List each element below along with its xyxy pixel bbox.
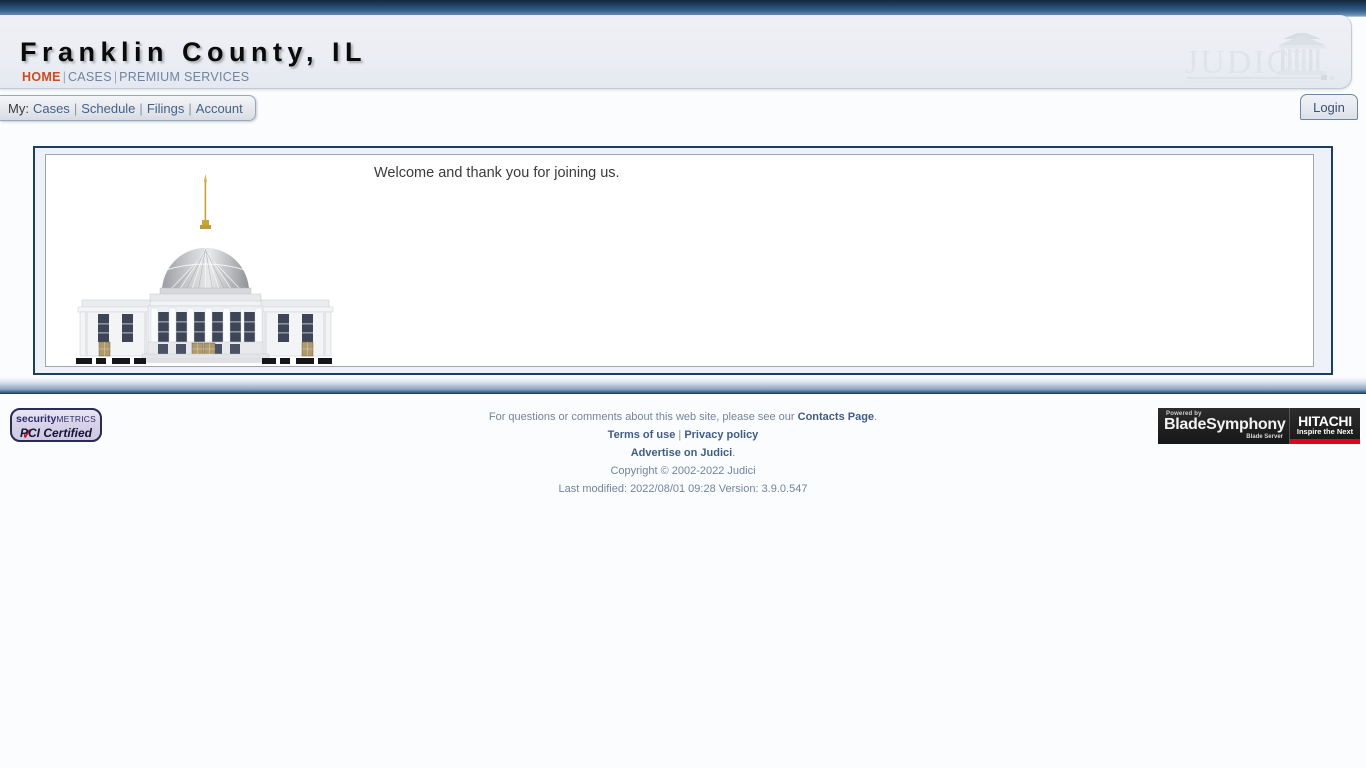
judici-logo[interactable]: JUDICI	[1175, 33, 1343, 95]
my-menu-separator: |	[73, 100, 78, 116]
welcome-message: Welcome and thank you for joining us.	[374, 165, 620, 181]
terms-of-use-link[interactable]: Terms of use	[608, 429, 676, 441]
blade-server-label: Blade Server	[1246, 434, 1283, 440]
primary-navigation: HOME | CASES | PREMIUM SERVICES	[22, 70, 249, 84]
my-menu-item-schedule[interactable]: Schedule	[81, 101, 135, 116]
content-outer-frame: Welcome and thank you for joining us.	[33, 146, 1333, 375]
my-menu-tab: My: Cases | Schedule | Filings | Account	[0, 95, 256, 121]
nav-item-home[interactable]: HOME	[22, 70, 61, 84]
pci-brand-metrics: METRICS	[56, 414, 96, 424]
pci-brand: securityMETRICS	[12, 413, 100, 425]
footer-advertise-suffix: .	[732, 447, 736, 459]
bladesymphony-section: Powered by BladeSymphony Blade Server	[1158, 408, 1290, 444]
login-button[interactable]: Login	[1300, 94, 1358, 120]
footer-advertise-line: Advertise on Judici.	[0, 444, 1366, 462]
pci-certified-label: PCI Certified	[19, 426, 92, 440]
pci-brand-security: security	[16, 413, 57, 425]
svg-text:JUDICI: JUDICI	[1185, 44, 1305, 81]
my-menu-item-cases[interactable]: Cases	[33, 101, 70, 116]
version-text: Last modified: 2022/08/01 09:28 Version:…	[558, 483, 808, 495]
hitachi-section: HITACHI Inspire the Next	[1290, 408, 1360, 444]
bladesymphony-name: BladeSymphony	[1164, 416, 1286, 433]
hitachi-tagline: Inspire the Next	[1296, 427, 1354, 436]
hitachi-red-bar	[1290, 439, 1360, 444]
content-panel: Welcome and thank you for joining us.	[45, 154, 1314, 367]
my-menu-item-filings[interactable]: Filings	[147, 101, 185, 116]
courthouse-illustration	[76, 174, 334, 364]
advertise-link[interactable]: Advertise on Judici	[631, 447, 732, 459]
my-menu-prefix: My:	[8, 100, 29, 116]
my-menu-separator: |	[188, 100, 192, 116]
nav-separator: |	[62, 70, 66, 84]
nav-item-premium-services[interactable]: PREMIUM SERVICES	[119, 70, 249, 84]
footer-questions-prefix: For questions or comments about this web…	[488, 411, 798, 423]
my-menu-item-account[interactable]: Account	[196, 101, 243, 116]
copyright-text: Copyright © 2002-2022 Judici	[610, 465, 756, 477]
page-title: Franklin County, IL	[20, 37, 367, 67]
my-menu-separator: |	[139, 100, 143, 116]
securitymetrics-pci-badge[interactable]: securityMETRICS ✓ PCI Certified	[10, 408, 102, 442]
footer-link-separator: |	[678, 429, 682, 441]
nav-item-cases[interactable]: CASES	[68, 70, 112, 84]
contacts-page-link[interactable]: Contacts Page	[798, 411, 874, 423]
footer-questions-suffix: .	[874, 411, 878, 423]
hitachi-bladesymphony-badge[interactable]: Powered by BladeSymphony Blade Server HI…	[1158, 408, 1360, 444]
privacy-policy-link[interactable]: Privacy policy	[684, 429, 758, 441]
site-header: Franklin County, IL HOME | CASES | PREMIUM S…	[0, 15, 1352, 89]
nav-separator: |	[113, 70, 118, 84]
footer-separator-bar	[0, 377, 1366, 394]
